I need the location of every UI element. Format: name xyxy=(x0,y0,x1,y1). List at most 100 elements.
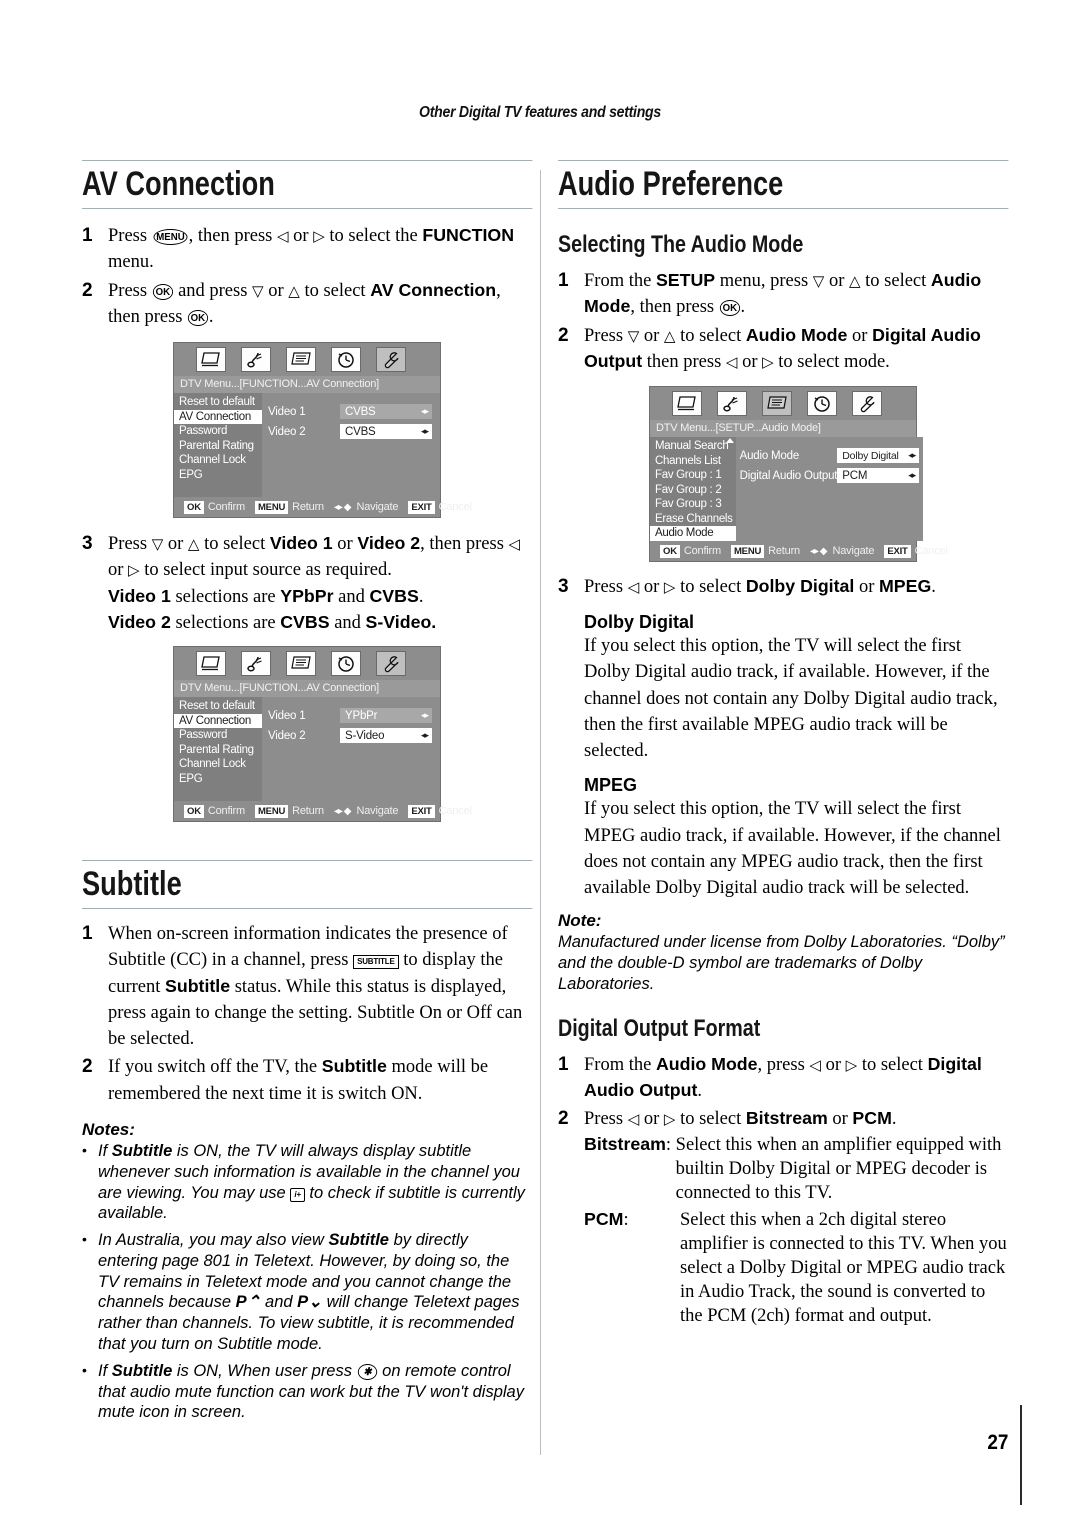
osd-field-value[interactable]: CVBS ◂▸ xyxy=(340,424,432,440)
menu-chip: MENU xyxy=(254,500,289,514)
step-text: From the SETUP menu, press ▽ or △ to sel… xyxy=(584,270,982,318)
step-text: Press OK and press ▽ or △ to select AV C… xyxy=(108,279,501,327)
step-text: Press ▽ or △ to select Audio Mode or Dig… xyxy=(584,324,981,372)
osd-field-value[interactable]: Dolby Digital ◂▸ xyxy=(837,448,920,464)
osd-menu-item[interactable]: Fav Group : 3 xyxy=(650,497,736,512)
timer-tab-icon[interactable] xyxy=(331,651,361,677)
osd-menu-item[interactable]: Parental Rating xyxy=(174,743,262,758)
osd-footer-bar: OK Confirm MENU Return ◂▸ ◆ Navigate EXI… xyxy=(174,497,472,518)
ok-chip: OK xyxy=(184,500,204,514)
osd-field-value[interactable]: S-Video ◂▸ xyxy=(340,728,432,744)
osd-menu-item[interactable]: Channel Lock xyxy=(174,453,262,468)
manual-page: Other Digital TV features and settings A… xyxy=(0,0,1080,1527)
osd-menu-item[interactable]: Manual Search xyxy=(650,439,736,454)
osd-menu-item-selected[interactable]: AV Connection xyxy=(174,713,262,729)
subsection-title-selecting-audio-mode: Selecting The Audio Mode xyxy=(558,231,804,258)
timer-tab-icon[interactable] xyxy=(331,347,361,373)
timer-tab-icon[interactable] xyxy=(807,391,837,417)
step-number: 3 xyxy=(82,533,93,555)
function-tab-icon[interactable] xyxy=(376,347,406,373)
osd-menu-item[interactable]: Reset to default xyxy=(174,395,262,410)
sound-tab-icon[interactable] xyxy=(241,347,271,373)
definition-text-pcm: Select this when a 2ch digital stereo am… xyxy=(680,1209,1007,1326)
osd-field-value-text: CVBS xyxy=(345,405,376,418)
digital-output-steps: 1 From the Audio Mode, press ◁ or ▷ to s… xyxy=(558,1052,1008,1328)
column-divider xyxy=(540,170,541,1455)
osd-menu-list[interactable]: Reset to default AV Connection Password … xyxy=(174,393,262,498)
note-list-item: • If Subtitle is ON, When user press ✱ o… xyxy=(82,1361,532,1423)
osd-menu-item[interactable]: Reset to default xyxy=(174,699,262,714)
definition-label-text: PCM xyxy=(584,1208,624,1229)
osd-menu-item[interactable]: EPG xyxy=(174,772,262,787)
ok-label: Confirm xyxy=(207,501,245,514)
setup-tab-icon[interactable] xyxy=(762,391,792,417)
subsection-title-digital-output-format: Digital Output Format xyxy=(558,1014,761,1042)
function-tab-icon[interactable] xyxy=(376,651,406,677)
osd-screenshot-av-connection-ypbpr: DTV Menu...[FUNCTION...AV Connection] Re… xyxy=(173,646,472,823)
osd-menu-item[interactable]: Fav Group : 2 xyxy=(650,483,736,498)
setup-tab-icon[interactable] xyxy=(286,347,316,373)
notes-title: Notes: xyxy=(82,1119,135,1139)
exit-label: Cancel xyxy=(438,501,472,514)
definition-text-bitstream: Select this when an amplifier equipped w… xyxy=(675,1134,1002,1203)
osd-menu-list[interactable]: Manual Search Channels List Fav Group : … xyxy=(650,437,736,542)
function-tab-icon[interactable] xyxy=(852,391,882,417)
note-text: In Australia, you may also view Subtitle… xyxy=(98,1231,520,1354)
note-list-item: • In Australia, you may also view Subtit… xyxy=(82,1230,532,1355)
step-number: 1 xyxy=(558,270,569,291)
scroll-up-icon xyxy=(725,438,734,444)
exit-chip: EXIT xyxy=(884,544,911,558)
note-list-item: • If Subtitle is ON, the TV will always … xyxy=(82,1141,532,1224)
step-text: Press MENU, then press ◁ or ▷ to select … xyxy=(108,225,515,273)
step-item: 3 Press ▽ or △ to select Video 1 or Vide… xyxy=(82,531,532,636)
osd-menu-item[interactable]: Channels List xyxy=(650,454,736,469)
osd-menu-item[interactable]: EPG xyxy=(174,468,262,483)
setup-tab-icon[interactable] xyxy=(286,651,316,677)
step-item: 2 Press ◁ or ▷ to select Bitstream or PC… xyxy=(558,1106,1008,1328)
osd-menu-item[interactable]: Parental Rating xyxy=(174,439,262,454)
menu-label: Return xyxy=(292,501,324,514)
osd-field-label: Video 2 xyxy=(268,425,306,438)
definition-label-pcm: PCM: xyxy=(584,1208,680,1328)
note-text: If Subtitle is ON, When user press ✱ on … xyxy=(98,1361,524,1422)
left-right-arrows-icon: ◂▸ xyxy=(908,450,916,461)
osd-field-value-text: CVBS xyxy=(345,425,376,438)
osd-breadcrumb: DTV Menu...[FUNCTION...AV Connection] xyxy=(174,376,440,394)
navigate-label: Navigate xyxy=(832,545,875,558)
osd-menu-list[interactable]: Reset to default AV Connection Password … xyxy=(174,697,262,802)
picture-tab-icon[interactable] xyxy=(196,347,226,373)
sound-tab-icon[interactable] xyxy=(717,391,747,417)
step-item: 2 Press ▽ or △ to select Audio Mode or D… xyxy=(558,323,1008,376)
step-text: Press ◁ or ▷ to select Dolby Digital or … xyxy=(584,576,936,598)
exit-chip: EXIT xyxy=(408,500,435,514)
osd-screenshot-audio-mode: DTV Menu...[SETUP...Audio Mode] Manual S… xyxy=(649,386,948,563)
osd-field-panel: Video 1 YPbPr ◂▸ Video 2 S-Video ◂▸ xyxy=(262,697,440,802)
osd-menu-item[interactable]: Channel Lock xyxy=(174,757,262,772)
step-item: 1 When on-screen information indicates t… xyxy=(82,921,532,1052)
osd-breadcrumb: DTV Menu...[FUNCTION...AV Connection] xyxy=(174,680,440,698)
osd-field-value[interactable]: CVBS ◂▸ xyxy=(340,404,432,420)
osd-screenshot-av-connection-cvbs: DTV Menu...[FUNCTION...AV Connection] Re… xyxy=(173,342,472,519)
step-item: 1 From the SETUP menu, press ▽ or △ to s… xyxy=(558,268,1008,321)
osd-menu-item[interactable]: Password xyxy=(174,728,262,743)
osd-field-row: Video 1 CVBS ◂▸ xyxy=(268,404,432,420)
running-head: Other Digital TV features and settings xyxy=(419,104,661,121)
osd-field-value-text: Dolby Digital xyxy=(842,449,899,462)
picture-tab-icon[interactable] xyxy=(196,651,226,677)
osd-menu-item-selected[interactable]: Audio Mode xyxy=(650,526,736,541)
osd-menu-item[interactable]: Erase Channels xyxy=(650,512,736,527)
sound-tab-icon[interactable] xyxy=(241,651,271,677)
osd-menu-item-selected[interactable]: AV Connection xyxy=(174,409,262,425)
picture-tab-icon[interactable] xyxy=(672,391,702,417)
ok-chip: OK xyxy=(660,544,680,558)
osd-field-value[interactable]: YPbPr ◂▸ xyxy=(340,708,432,724)
osd-field-value-text: S-Video xyxy=(345,729,385,742)
step-text: If you switch off the TV, the Subtitle m… xyxy=(108,1056,489,1104)
notes-list: • If Subtitle is ON, the TV will always … xyxy=(82,1141,532,1423)
left-right-arrows-icon: ◂▸ xyxy=(420,710,429,721)
osd-field-value[interactable]: PCM ◂▸ xyxy=(837,468,920,484)
navigate-label: Navigate xyxy=(356,501,399,514)
osd-field-label: Video 1 xyxy=(268,709,306,722)
osd-menu-item[interactable]: Fav Group : 1 xyxy=(650,468,736,483)
osd-menu-item[interactable]: Password xyxy=(174,424,262,439)
